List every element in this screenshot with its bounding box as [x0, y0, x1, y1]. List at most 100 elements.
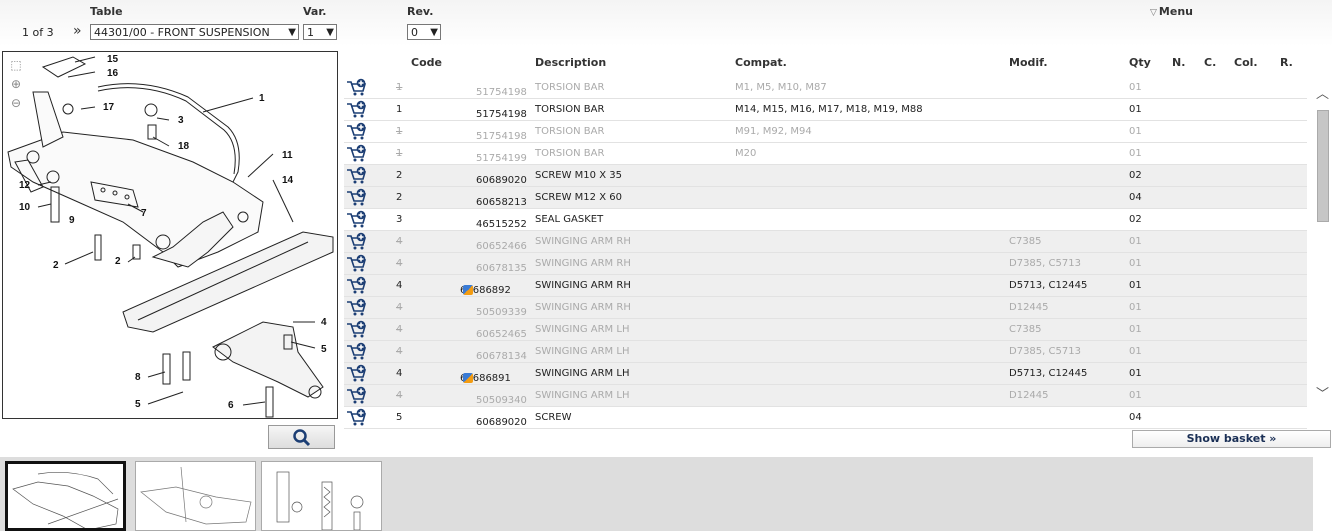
column-qty: Qty — [1129, 56, 1151, 69]
table-row[interactable]: 4 60678134 SWINGING ARM LH D7385, C5713 01 — [344, 341, 1307, 363]
table-row[interactable]: 3 46515252 SEAL GASKET 02 — [344, 209, 1307, 231]
thumbnail-2[interactable] — [135, 461, 256, 531]
add-to-cart-icon[interactable] — [346, 100, 368, 118]
diagram-label[interactable]: 17 — [103, 102, 115, 113]
part-code-text: 60652465 — [476, 329, 527, 340]
diagram-label[interactable]: 2 — [115, 256, 121, 267]
add-to-cart-icon[interactable] — [346, 188, 368, 206]
table-row[interactable]: 4 50509339 SWINGING ARM RH D12445 01 — [344, 297, 1307, 319]
part-compat: M20 — [735, 148, 757, 159]
part-description: SCREW M10 X 35 — [535, 170, 622, 181]
column-description: Description — [535, 56, 607, 69]
diagram-label[interactable]: 7 — [141, 208, 147, 219]
thumbnail-drawing — [140, 466, 252, 525]
table-row[interactable]: 4 60652466 SWINGING ARM RH C7385 01 — [344, 231, 1307, 253]
table-row[interactable]: 5 60689020 SCREW 04 — [344, 407, 1307, 429]
diagram-label[interactable]: 8 — [135, 372, 141, 383]
diagram-label[interactable]: 15 — [107, 54, 119, 65]
add-to-cart-icon[interactable] — [346, 320, 368, 338]
add-to-cart-icon[interactable] — [346, 254, 368, 272]
part-compat: M91, M92, M94 — [735, 126, 812, 137]
table-row[interactable]: 4 60678135 SWINGING ARM RH D7385, C5713 01 — [344, 253, 1307, 275]
diagram-label[interactable]: 11 — [282, 150, 293, 161]
part-modif: D7385, C5713 — [1009, 258, 1081, 269]
diagram-label[interactable]: 9 — [69, 215, 75, 226]
item-number: 4 — [396, 236, 403, 247]
table-row[interactable]: 4 60652465 SWINGING ARM LH C7385 01 — [344, 319, 1307, 341]
part-modif: D5713, C12445 — [1009, 368, 1088, 379]
part-qty: 01 — [1129, 346, 1142, 357]
variant-flag-icon[interactable] — [463, 373, 473, 383]
add-to-cart-icon[interactable] — [346, 276, 368, 294]
add-to-cart-icon[interactable] — [346, 166, 368, 184]
revision-select[interactable]: 0 ▼ — [407, 24, 441, 40]
top-toolbar: Table Var. Rev. 1 of 3 » 44301/00 - FRON… — [0, 0, 1332, 46]
thumbnail-3[interactable] — [261, 461, 382, 531]
show-basket-button[interactable]: Show basket » — [1132, 430, 1331, 448]
column-col: Col. — [1234, 56, 1258, 69]
revision-label: Rev. — [407, 5, 434, 18]
diagram-label[interactable]: 16 — [107, 68, 119, 79]
add-to-cart-icon[interactable] — [346, 78, 368, 96]
diagram-label[interactable]: 12 — [19, 180, 31, 191]
variant-select[interactable]: 1 ▼ — [303, 24, 337, 40]
add-to-cart-icon[interactable] — [346, 144, 368, 162]
column-compat: Compat. — [735, 56, 787, 69]
add-to-cart-icon[interactable] — [346, 386, 368, 404]
diagram-label[interactable]: 6 — [228, 400, 234, 411]
add-to-cart-icon[interactable] — [346, 298, 368, 316]
add-to-cart-icon[interactable] — [346, 122, 368, 140]
thumbnail-1[interactable] — [5, 461, 126, 531]
diagram-label[interactable]: 5 — [321, 344, 327, 355]
item-number: 1 — [396, 126, 403, 137]
suspension-drawing: 15 16 17 1 3 18 11 14 12 10 9 7 2 2 4 5 … — [7, 54, 334, 418]
part-description: SWINGING ARM LH — [535, 324, 630, 335]
add-to-cart-icon[interactable] — [346, 210, 368, 228]
scroll-down-icon[interactable]: ﹀ — [1315, 388, 1330, 402]
scroll-thumb[interactable] — [1317, 110, 1329, 222]
add-to-cart-icon[interactable] — [346, 232, 368, 250]
next-page-icon[interactable]: » — [73, 23, 82, 39]
part-description: TORSION BAR — [535, 126, 605, 137]
menu-button[interactable]: ▽ Menu — [1150, 5, 1193, 18]
diagram-label[interactable]: 2 — [53, 260, 59, 271]
add-to-cart-icon[interactable] — [346, 342, 368, 360]
diagram-label[interactable]: 18 — [178, 141, 190, 152]
table-row[interactable]: 1 51754199 TORSION BAR M20 01 — [344, 143, 1307, 165]
variant-flag-icon[interactable] — [463, 285, 473, 295]
table-row[interactable]: 4 60686892 SWINGING ARM RH D5713, C12445 01 — [344, 275, 1307, 297]
table-row[interactable]: 1 51754198 TORSION BAR M14, M15, M16, M17, … — [344, 99, 1307, 121]
table-select[interactable]: 44301/00 - FRONT SUSPENSION ▼ — [90, 24, 299, 40]
table-row[interactable]: 4 50509340 SWINGING ARM LH D12445 01 — [344, 385, 1307, 407]
table-row[interactable]: 2 60689020 SCREW M10 X 35 02 — [344, 165, 1307, 187]
part-modif: C7385 — [1009, 324, 1042, 335]
part-qty: 01 — [1129, 148, 1142, 159]
part-qty: 01 — [1129, 280, 1142, 291]
column-modif: Modif. — [1009, 56, 1048, 69]
part-code-text: 50509339 — [476, 307, 527, 318]
part-description: TORSION BAR — [535, 104, 605, 115]
part-code-text: 51754198 — [476, 87, 527, 98]
parts-table: 1 51754198 TORSION BAR M1, M5, M10, M87 01 1 5… — [344, 77, 1307, 429]
item-number: 4 — [396, 302, 403, 313]
part-qty: 01 — [1129, 324, 1142, 335]
table-row[interactable]: 2 60658213 SCREW M12 X 60 04 — [344, 187, 1307, 209]
table-row[interactable]: 4 60686891 SWINGING ARM LH D5713, C12445 01 — [344, 363, 1307, 385]
diagram-label[interactable]: 5 — [135, 399, 141, 410]
add-to-cart-icon[interactable] — [346, 408, 368, 426]
diagram-label[interactable]: 4 — [321, 317, 327, 328]
diagram-label[interactable]: 14 — [282, 175, 294, 186]
part-qty: 01 — [1129, 236, 1142, 247]
search-button[interactable] — [268, 425, 335, 449]
add-to-cart-icon[interactable] — [346, 364, 368, 382]
table-row[interactable]: 1 51754198 TORSION BAR M1, M5, M10, M87 01 — [344, 77, 1307, 99]
page-info: 1 of 3 — [22, 26, 54, 39]
exploded-diagram[interactable]: ⬚ ⊕ ⊖ 15 16 17 1 3 18 11 14 12 10 9 7 2 … — [2, 51, 338, 419]
diagram-label[interactable]: 10 — [19, 202, 31, 213]
diagram-label[interactable]: 3 — [178, 115, 184, 126]
part-description: SCREW M12 X 60 — [535, 192, 622, 203]
diagram-label[interactable]: 1 — [259, 93, 265, 104]
table-row[interactable]: 1 51754198 TORSION BAR M91, M92, M94 01 — [344, 121, 1307, 143]
table-scrollbar[interactable]: ︿ ﹀ — [1313, 82, 1332, 412]
scroll-up-icon[interactable]: ︿ — [1315, 88, 1330, 102]
